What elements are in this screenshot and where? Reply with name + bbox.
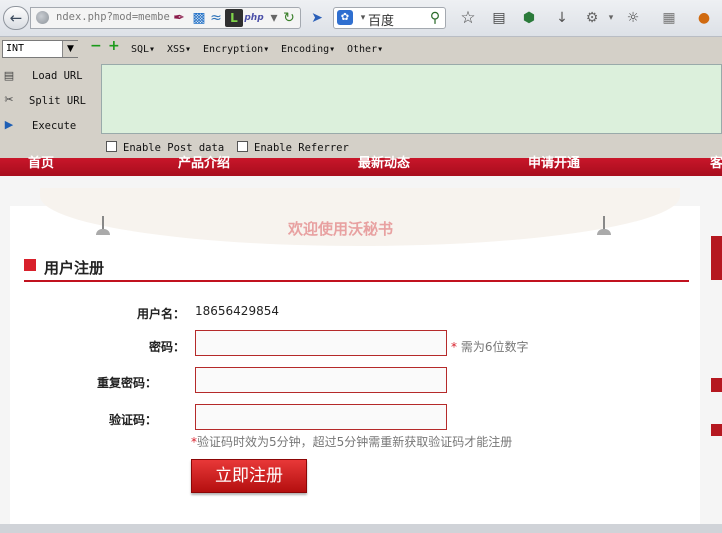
- download-icon[interactable]: ↓: [553, 9, 571, 27]
- repeat-password-label: 重复密码：: [96, 376, 157, 390]
- nav-home[interactable]: 首页: [28, 152, 54, 171]
- search-input[interactable]: 百度: [368, 10, 394, 29]
- chevron-down-icon[interactable]: ▼: [62, 41, 78, 57]
- wave-icon[interactable]: ≈: [207, 9, 225, 27]
- captcha-field[interactable]: [195, 404, 447, 430]
- banner-hanger-left-base: [96, 229, 110, 235]
- register-button[interactable]: 立即注册: [191, 459, 307, 493]
- menu-xss[interactable]: XSS▾: [167, 44, 191, 55]
- reading-list-icon[interactable]: ▤: [490, 9, 508, 27]
- reload-icon[interactable]: ↻: [280, 9, 298, 27]
- load-url-icon[interactable]: ▤: [2, 69, 16, 83]
- password-hint: * 需为6位数字: [451, 338, 528, 355]
- enable-post-checkbox[interactable]: [106, 141, 117, 152]
- nav-customer[interactable]: 客: [710, 152, 722, 171]
- side-float-tab-top[interactable]: [711, 236, 722, 280]
- l-extension-icon[interactable]: L: [225, 9, 243, 27]
- menu-other[interactable]: Other▾: [347, 44, 383, 55]
- menu-encryption[interactable]: Encryption▾: [203, 44, 269, 55]
- decrease-icon[interactable]: −: [90, 39, 102, 53]
- captcha-label: 验证码：: [108, 413, 157, 427]
- palette-icon[interactable]: ☼: [624, 9, 642, 27]
- url-text[interactable]: ndex.php?mod=membe: [56, 11, 170, 23]
- shield-icon[interactable]: ⬢: [520, 9, 538, 27]
- execute-button[interactable]: Execute: [32, 120, 76, 132]
- nav-products[interactable]: 产品介绍: [178, 152, 230, 171]
- increase-icon[interactable]: +: [108, 39, 120, 53]
- enable-referrer-checkbox[interactable]: [237, 141, 248, 152]
- addon-icon[interactable]: ●: [695, 9, 713, 27]
- content-panel: [10, 206, 700, 524]
- side-float-tab-low[interactable]: [711, 424, 722, 436]
- page-bottom-edge: [0, 524, 722, 533]
- enable-referrer-label: Enable Referrer: [254, 142, 349, 154]
- execute-icon[interactable]: ▶: [2, 118, 16, 132]
- section-marker-icon: [24, 259, 36, 271]
- bookmark-icon[interactable]: ▩: [190, 9, 208, 27]
- menu-sql[interactable]: SQL▾: [131, 44, 155, 55]
- captcha-hint: *验证码时效为5分钟，超过5分钟需重新获取验证码才能注册: [191, 433, 512, 450]
- username-value: 18656429854: [195, 304, 279, 318]
- section-divider: [24, 280, 689, 282]
- baidu-paw-icon[interactable]: ✿: [337, 10, 353, 25]
- password-field[interactable]: [195, 330, 447, 356]
- split-url-button[interactable]: Split URL: [29, 95, 86, 107]
- extension-blue-icon[interactable]: ➤: [308, 9, 326, 27]
- nav-news[interactable]: 最新动态: [358, 152, 410, 171]
- banner-hanger-right-base: [597, 229, 611, 235]
- site-identity-icon[interactable]: [36, 11, 49, 24]
- back-arrow-icon[interactable]: ←: [3, 6, 29, 30]
- captcha-hint-text: 验证码时效为5分钟，超过5分钟需重新获取验证码才能注册: [197, 435, 513, 449]
- nav-apply[interactable]: 申请开通: [528, 152, 580, 171]
- username-label: 用户名：: [136, 307, 185, 321]
- star-bookmark-icon[interactable]: ☆: [459, 9, 477, 27]
- load-url-button[interactable]: Load URL: [32, 70, 83, 82]
- menu-encoding[interactable]: Encoding▾: [281, 44, 335, 55]
- section-title: 用户注册: [44, 259, 105, 277]
- php-icon[interactable]: php: [243, 9, 265, 27]
- search-go-icon[interactable]: ⚲: [426, 9, 444, 27]
- scissors-icon[interactable]: ✂: [2, 93, 16, 107]
- welcome-text: 欢迎使用沃秘书: [288, 220, 394, 238]
- repeat-password-field[interactable]: [195, 367, 447, 393]
- password-label: 密码：: [148, 340, 185, 354]
- sync-icon[interactable]: ⚙: [583, 9, 601, 27]
- url-textarea[interactable]: [101, 64, 722, 134]
- side-float-tab-mid[interactable]: [711, 378, 722, 392]
- qr-code-icon[interactable]: ▦: [660, 9, 678, 27]
- sync-dropdown-icon[interactable]: ▾: [602, 9, 620, 27]
- password-hint-text: 需为6位数字: [457, 340, 529, 354]
- feather-icon[interactable]: ✒: [170, 9, 188, 27]
